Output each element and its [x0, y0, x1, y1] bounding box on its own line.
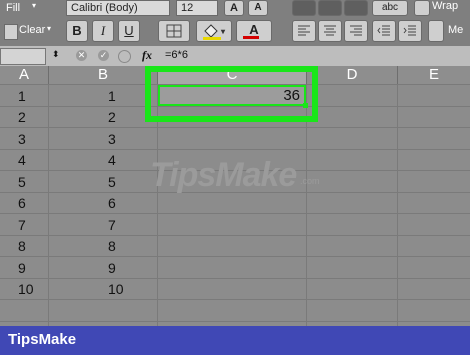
cell-b4[interactable]: 3 [108, 129, 116, 149]
cell-b6[interactable]: 5 [108, 172, 116, 192]
column-gridline [48, 84, 49, 329]
footer-brand: TipsMake [8, 331, 77, 348]
cell-b8[interactable]: 7 [108, 215, 116, 235]
selected-cell-c1[interactable]: 36 [158, 85, 306, 106]
cell-a4[interactable]: 3 [18, 129, 26, 149]
row-gridline [0, 320, 470, 322]
cell-b5[interactable]: 4 [108, 150, 116, 170]
row-gridline [0, 256, 470, 257]
column-gridline [397, 84, 398, 329]
cell-a5[interactable]: 4 [18, 150, 26, 170]
cell-b7[interactable]: 6 [108, 193, 116, 213]
cell-a2[interactable]: 1 [18, 86, 26, 106]
cell-c1-value: 36 [283, 87, 300, 104]
cell-b9[interactable]: 8 [108, 236, 116, 256]
cell-b3[interactable]: 2 [108, 107, 116, 127]
cell-b10[interactable]: 9 [108, 258, 116, 278]
cell-b2[interactable]: 1 [108, 86, 116, 106]
row-gridline [0, 277, 470, 279]
watermark-suffix: .com [300, 176, 320, 186]
row-gridline [0, 213, 470, 214]
watermark: TipsMake [150, 156, 297, 194]
cell-b11[interactable]: 10 [108, 279, 124, 299]
row-gridline [0, 234, 470, 236]
fill-handle[interactable] [303, 103, 308, 108]
cell-a6[interactable]: 5 [18, 172, 26, 192]
row-gridline [0, 127, 470, 128]
row-gridline [0, 148, 470, 150]
cell-a11[interactable]: 10 [18, 279, 34, 299]
cell-a8[interactable]: 7 [18, 215, 26, 235]
footer-banner: TipsMake [0, 326, 470, 355]
cell-a7[interactable]: 6 [18, 193, 26, 213]
row-gridline [0, 299, 470, 300]
cell-a9[interactable]: 8 [18, 236, 26, 256]
cell-a10[interactable]: 9 [18, 258, 26, 278]
cell-a3[interactable]: 2 [18, 107, 26, 127]
